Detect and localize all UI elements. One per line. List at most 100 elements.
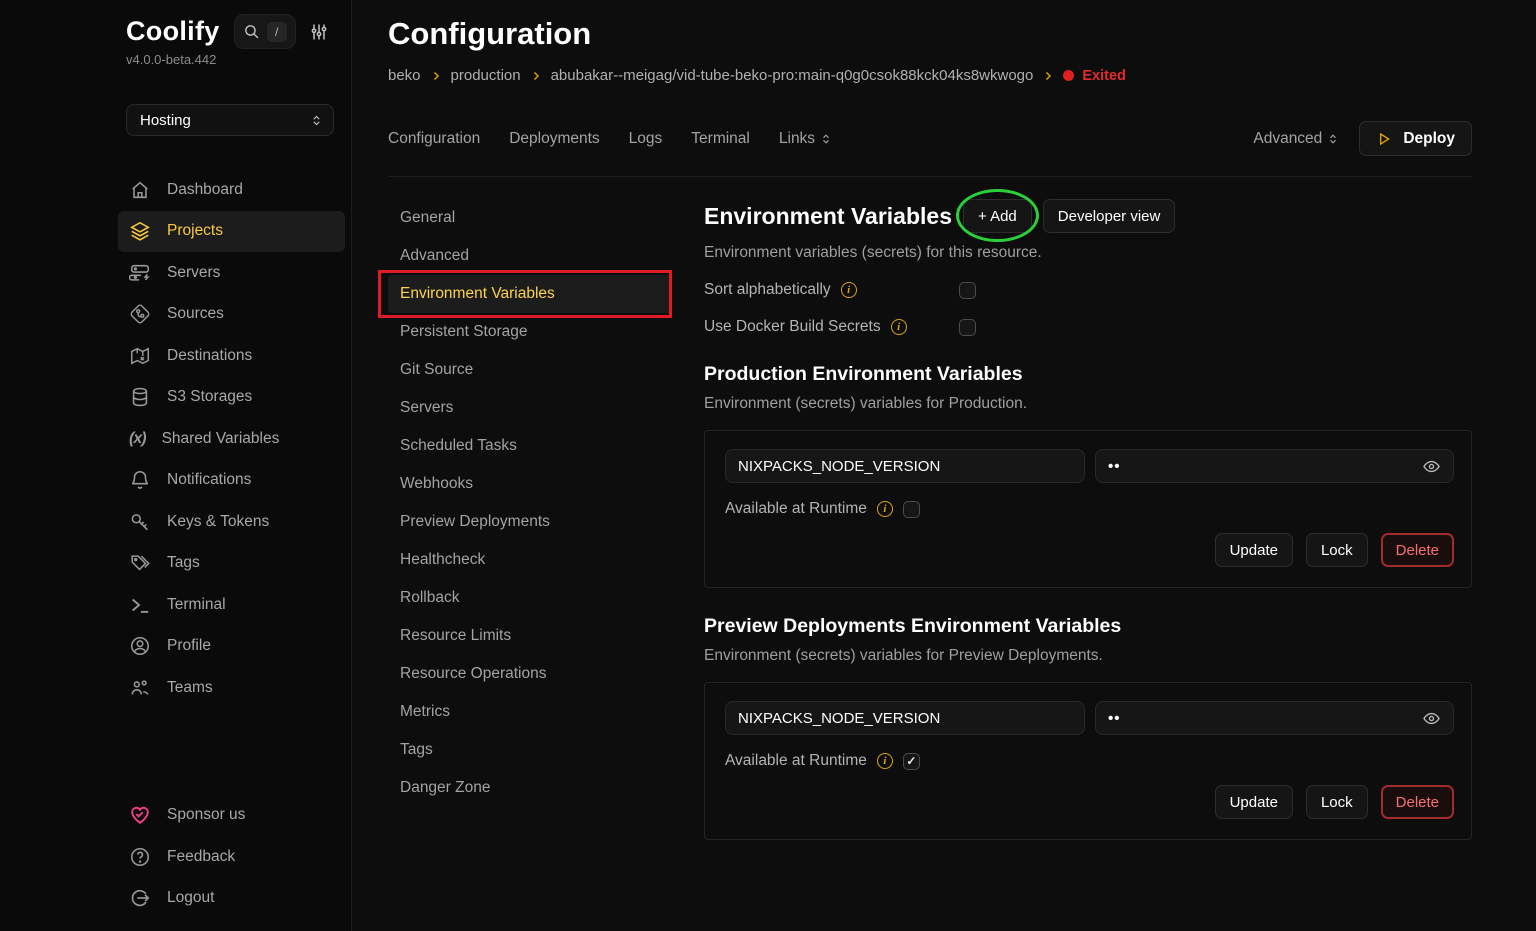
tab-divider xyxy=(388,176,1472,177)
sidebar-item-label: Sources xyxy=(167,305,224,323)
subnav-general[interactable]: General xyxy=(388,199,672,237)
subnav-preview-deployments[interactable]: Preview Deployments xyxy=(388,503,672,541)
sidebar-item-s3-storages[interactable]: S3 Storages xyxy=(118,377,345,419)
runtime-row: Available at Runtime xyxy=(725,500,1454,518)
sidebar-item-shared-variables[interactable]: Shared Variables xyxy=(118,418,345,460)
info-icon[interactable] xyxy=(877,501,893,517)
sidebar-item-label: Destinations xyxy=(167,347,252,365)
advanced-dropdown-label: Advanced xyxy=(1253,130,1322,148)
subnav-advanced[interactable]: Advanced xyxy=(388,237,672,275)
info-icon[interactable] xyxy=(891,319,907,335)
sidebar-item-label: Shared Variables xyxy=(162,430,280,448)
var-name-input[interactable]: NIXPACKS_NODE_VERSION xyxy=(725,449,1085,483)
subnav-metrics[interactable]: Metrics xyxy=(388,693,672,731)
add-button[interactable]: + Add xyxy=(963,199,1032,233)
subnav-scheduled-tasks[interactable]: Scheduled Tasks xyxy=(388,427,672,465)
subnav-git-source[interactable]: Git Source xyxy=(388,351,672,389)
sidebar-item-notifications[interactable]: Notifications xyxy=(118,460,345,502)
subnav-label: General xyxy=(400,209,455,226)
sidebar-item-label: Projects xyxy=(167,222,223,240)
breadcrumb-team[interactable]: beko xyxy=(388,67,421,84)
panel-subtitle: Environment variables (secrets) for this… xyxy=(704,244,1472,262)
eye-icon[interactable] xyxy=(1422,457,1441,476)
sort-alphabetically-checkbox[interactable] xyxy=(959,282,976,299)
sidebar-item-sources[interactable]: Sources xyxy=(118,294,345,336)
subnav-label: Tags xyxy=(400,741,433,758)
chevron-updown-icon xyxy=(1327,133,1339,145)
eye-icon[interactable] xyxy=(1422,709,1441,728)
runtime-checkbox[interactable] xyxy=(903,501,920,518)
advanced-dropdown[interactable]: Advanced xyxy=(1253,130,1339,148)
breadcrumb-environment[interactable]: production xyxy=(451,67,521,84)
status-label: Exited xyxy=(1082,68,1126,84)
home-icon xyxy=(129,179,151,201)
update-button[interactable]: Update xyxy=(1215,785,1293,819)
breadcrumb-resource[interactable]: abubakar--meigag/vid-tube-beko-pro:main-… xyxy=(551,67,1034,84)
sidebar-item-terminal[interactable]: Terminal xyxy=(118,584,345,626)
sidebar-item-tags[interactable]: Tags xyxy=(118,543,345,585)
lock-button[interactable]: Lock xyxy=(1306,785,1368,819)
deploy-button[interactable]: Deploy xyxy=(1359,121,1472,156)
subnav-webhooks[interactable]: Webhooks xyxy=(388,465,672,503)
subnav-servers[interactable]: Servers xyxy=(388,389,672,427)
tab-label: Configuration xyxy=(388,130,480,148)
subnav-resource-limits[interactable]: Resource Limits xyxy=(388,617,672,655)
variable-icon xyxy=(129,430,146,448)
update-button[interactable]: Update xyxy=(1215,533,1293,567)
database-icon xyxy=(129,386,151,408)
subnav-healthcheck[interactable]: Healthcheck xyxy=(388,541,672,579)
toggle-label: Use Docker Build Secrets xyxy=(704,318,881,336)
subnav-resource-operations[interactable]: Resource Operations xyxy=(388,655,672,693)
sidebar-item-sponsor[interactable]: Sponsor us xyxy=(118,795,345,837)
chevron-right-icon xyxy=(430,70,442,82)
docker-build-secrets-checkbox[interactable] xyxy=(959,319,976,336)
tab-deployments[interactable]: Deployments xyxy=(509,130,599,148)
delete-button[interactable]: Delete xyxy=(1381,785,1454,819)
sidebar-header: Coolify / xyxy=(118,14,343,49)
tag-icon xyxy=(129,552,151,574)
info-icon[interactable] xyxy=(877,753,893,769)
sidebar-item-destinations[interactable]: Destinations xyxy=(118,335,345,377)
sidebar-item-profile[interactable]: Profile xyxy=(118,626,345,668)
tab-label: Terminal xyxy=(691,130,750,148)
tab-terminal[interactable]: Terminal xyxy=(691,130,750,148)
runtime-checkbox[interactable] xyxy=(903,753,920,770)
developer-view-button[interactable]: Developer view xyxy=(1043,199,1176,233)
sidebar-item-projects[interactable]: Projects xyxy=(118,211,345,253)
subnav-persistent-storage[interactable]: Persistent Storage xyxy=(388,313,672,351)
search-button[interactable]: / xyxy=(234,14,296,49)
tab-links[interactable]: Links xyxy=(779,130,832,148)
var-value-input[interactable]: •• xyxy=(1095,701,1454,735)
tab-configuration[interactable]: Configuration xyxy=(388,130,480,148)
team-select[interactable]: Hosting xyxy=(126,104,334,136)
subnav-label: Rollback xyxy=(400,589,459,606)
sidebar-item-teams[interactable]: Teams xyxy=(118,667,345,709)
subnav-environment-variables[interactable]: Environment Variables xyxy=(388,275,672,313)
subnav-tags[interactable]: Tags xyxy=(388,731,672,769)
runtime-label: Available at Runtime xyxy=(725,500,867,518)
sidebar-item-dashboard[interactable]: Dashboard xyxy=(118,169,345,211)
chevron-right-icon xyxy=(530,70,542,82)
subnav-danger-zone[interactable]: Danger Zone xyxy=(388,769,672,807)
var-name-input[interactable]: NIXPACKS_NODE_VERSION xyxy=(725,701,1085,735)
lock-button[interactable]: Lock xyxy=(1306,533,1368,567)
sidebar-item-keys-tokens[interactable]: Keys & Tokens xyxy=(118,501,345,543)
settings-sliders-icon[interactable] xyxy=(309,22,329,42)
info-icon[interactable] xyxy=(841,282,857,298)
masked-value: •• xyxy=(1108,458,1121,475)
git-source-icon xyxy=(129,303,151,325)
sidebar-item-logout[interactable]: Logout xyxy=(118,878,345,920)
tab-bar: Configuration Deployments Logs Terminal … xyxy=(388,121,1472,156)
env-vars-panel: Environment Variables + Add Developer vi… xyxy=(704,199,1472,931)
config-subnav: General Advanced Environment Variables P… xyxy=(388,199,672,931)
sidebar-item-feedback[interactable]: Feedback xyxy=(118,836,345,878)
tab-logs[interactable]: Logs xyxy=(629,130,663,148)
delete-button[interactable]: Delete xyxy=(1381,533,1454,567)
sidebar-item-servers[interactable]: Servers xyxy=(118,252,345,294)
subnav-rollback[interactable]: Rollback xyxy=(388,579,672,617)
sidebar-item-label: Profile xyxy=(167,637,211,655)
subnav-label: Webhooks xyxy=(400,475,473,492)
var-value-input[interactable]: •• xyxy=(1095,449,1454,483)
runtime-label: Available at Runtime xyxy=(725,752,867,770)
map-icon xyxy=(129,345,151,367)
